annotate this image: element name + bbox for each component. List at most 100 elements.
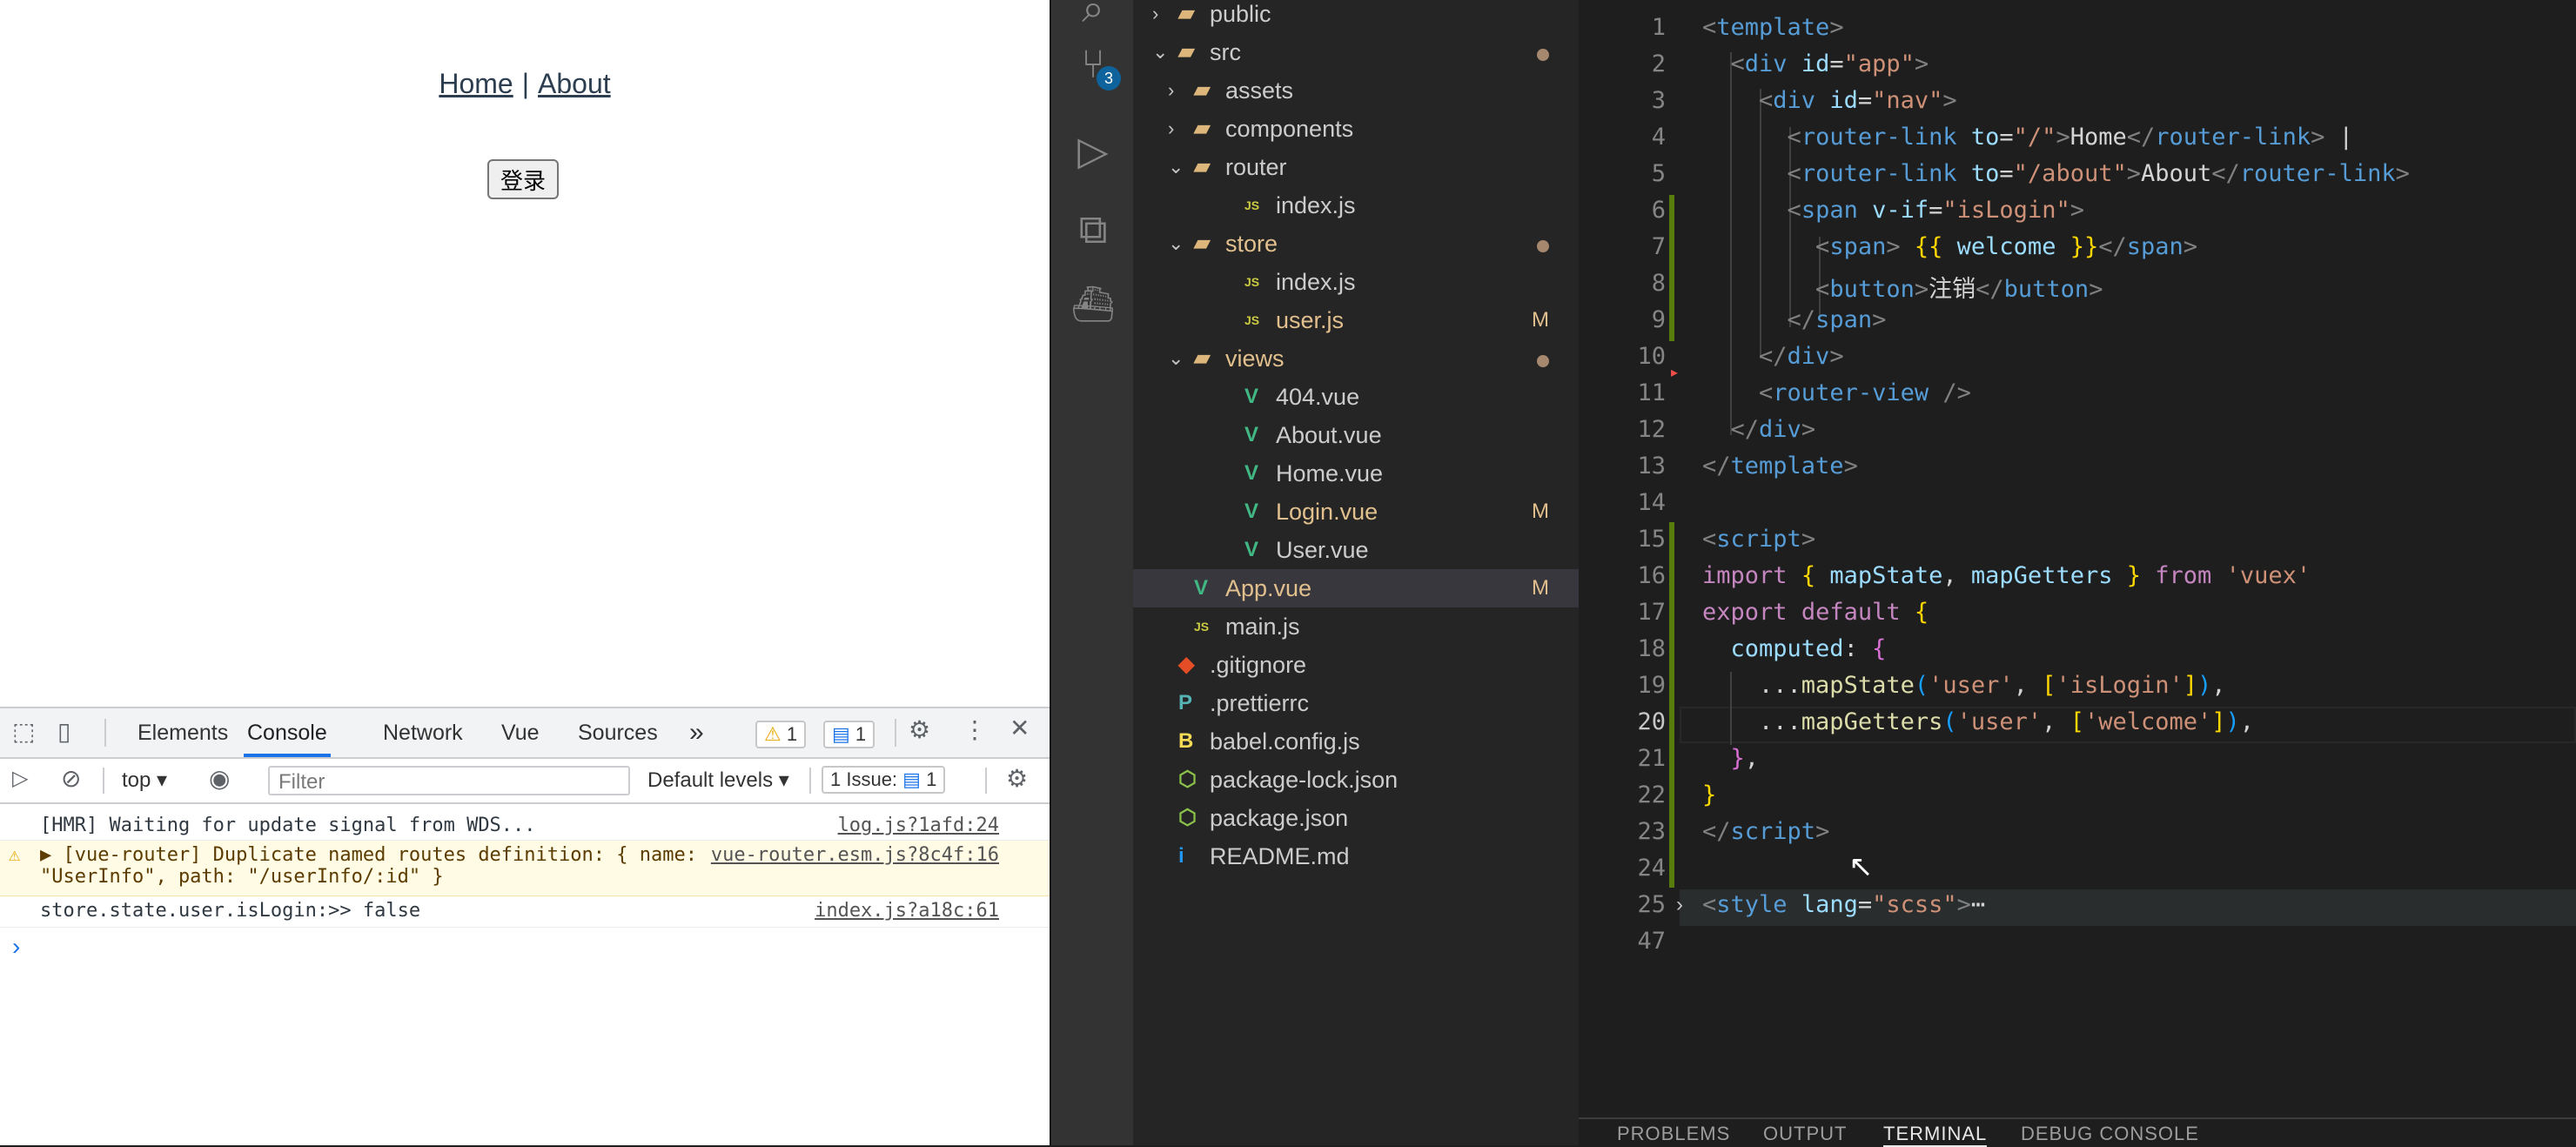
code-line[interactable]: </template> bbox=[1702, 453, 1858, 480]
console-source-link[interactable]: log.js?1afd:24 bbox=[838, 815, 999, 836]
code-line[interactable]: <div id="app"> bbox=[1702, 50, 1929, 77]
code-line[interactable]: ...mapGetters('user', ['welcome']), bbox=[1702, 708, 2254, 735]
code-line[interactable]: </script> bbox=[1702, 818, 1829, 845]
more-tabs-icon[interactable]: » bbox=[689, 708, 704, 757]
search-icon[interactable]: ⌕ bbox=[1051, 0, 1135, 33]
chevron-right-icon[interactable]: › bbox=[1168, 110, 1174, 148]
chevron-down-icon[interactable]: ⌄ bbox=[1168, 225, 1184, 263]
tree-file[interactable]: V Home.vue bbox=[1133, 454, 1579, 493]
code-token: About bbox=[2140, 160, 2212, 187]
clear-console-icon[interactable]: ⊘ bbox=[61, 764, 81, 793]
nav-link-home[interactable]: Home bbox=[439, 68, 513, 99]
code-line[interactable]: <span v-if="isLogin"> bbox=[1702, 197, 2084, 224]
nav-link-about[interactable]: About bbox=[538, 68, 611, 99]
inspect-element-icon[interactable]: ⬚ bbox=[12, 717, 35, 746]
tab-problems[interactable]: PROBLEMS bbox=[1617, 1123, 1730, 1145]
tree-file[interactable]: ⬡ package-lock.json bbox=[1133, 761, 1579, 799]
code-line[interactable]: ...mapState('user', ['isLogin']), bbox=[1702, 672, 2226, 699]
tree-file[interactable]: JS main.js bbox=[1133, 607, 1579, 646]
code-line[interactable]: </div> bbox=[1702, 343, 1844, 370]
console-settings-gear-icon[interactable]: ⚙ bbox=[1006, 764, 1028, 793]
filter-input[interactable]: Filter bbox=[268, 766, 630, 795]
code-token: = bbox=[1857, 891, 1873, 918]
code-line[interactable]: <script> bbox=[1702, 526, 1815, 553]
extensions-icon[interactable]: ⧉ bbox=[1051, 205, 1135, 254]
login-button[interactable]: 登录 bbox=[487, 159, 559, 199]
chevron-right-icon[interactable]: › bbox=[1152, 0, 1158, 33]
tab-console[interactable]: Console bbox=[244, 708, 331, 757]
code-line[interactable]: import { mapState, mapGetters } from 'vu… bbox=[1702, 562, 2311, 589]
issues-button[interactable]: 1 Issue: ▤ 1 bbox=[822, 766, 946, 794]
kebab-menu-icon[interactable]: ⋮ bbox=[963, 715, 987, 744]
tree-file[interactable]: V Login.vue M bbox=[1133, 493, 1579, 531]
tree-folder[interactable]: › ▰ components bbox=[1133, 110, 1579, 148]
tree-file[interactable]: V User.vue bbox=[1133, 531, 1579, 569]
console-source-link[interactable]: index.js?a18c:61 bbox=[815, 900, 999, 922]
tab-terminal[interactable]: TERMINAL bbox=[1883, 1123, 1988, 1147]
chevron-down-icon[interactable]: ⌄ bbox=[1168, 148, 1184, 186]
code-line[interactable]: </div> bbox=[1702, 416, 1816, 443]
tree-file[interactable]: ◆ .gitignore bbox=[1133, 646, 1579, 684]
code-line[interactable]: <div id="nav"> bbox=[1702, 87, 1957, 114]
code-line[interactable]: <button>注销</button> bbox=[1702, 270, 2103, 304]
tree-folder[interactable]: ⌄ ▰ router bbox=[1133, 148, 1579, 186]
context-select[interactable]: top ▾ bbox=[122, 768, 167, 793]
tree-file[interactable]: JS index.js bbox=[1133, 186, 1579, 225]
code-token: Home bbox=[2070, 124, 2127, 151]
tree-file[interactable]: i README.md bbox=[1133, 837, 1579, 875]
device-toolbar-icon[interactable]: ▯ bbox=[57, 717, 70, 746]
gear-icon[interactable]: ⚙ bbox=[909, 715, 930, 744]
levels-select[interactable]: Default levels ▾ bbox=[647, 768, 789, 793]
console-prompt[interactable]: › bbox=[12, 933, 20, 961]
tree-file[interactable]: Bbabel.config.js bbox=[1133, 722, 1579, 761]
console-source-link[interactable]: vue-router.esm.js?8c4f:16 bbox=[711, 844, 999, 866]
code-line[interactable]: export default { bbox=[1702, 599, 1929, 626]
tab-network[interactable]: Network bbox=[383, 708, 463, 757]
tree-folder[interactable]: › ▰ assets bbox=[1133, 71, 1579, 110]
code-line[interactable]: }, bbox=[1702, 745, 1760, 772]
tab-sources[interactable]: Sources bbox=[578, 708, 658, 757]
code-line[interactable]: <router-view /> bbox=[1702, 379, 1971, 406]
tree-file[interactable]: JS index.js bbox=[1133, 263, 1579, 301]
eye-icon[interactable]: ◉ bbox=[209, 764, 230, 793]
tree-folder[interactable]: ⌄ ▰ store bbox=[1133, 225, 1579, 263]
message-badge[interactable]: ▤ 1 bbox=[823, 721, 875, 748]
chevron-right-icon[interactable]: › bbox=[1168, 71, 1174, 110]
run-debug-icon[interactable]: ▷ bbox=[1051, 127, 1135, 174]
tree-folder[interactable]: › ▰ public bbox=[1133, 0, 1579, 33]
tab-output[interactable]: OUTPUT bbox=[1763, 1123, 1847, 1145]
tree-file[interactable]: ⬡ package.json bbox=[1133, 799, 1579, 837]
chevron-down-icon[interactable]: ⌄ bbox=[1168, 339, 1184, 378]
close-icon[interactable]: ✕ bbox=[1010, 714, 1030, 742]
tab-elements[interactable]: Elements bbox=[138, 708, 228, 757]
tree-folder[interactable]: ⌄ ▰ src bbox=[1133, 33, 1579, 71]
code-token: = bbox=[1929, 197, 1943, 224]
code-token: < bbox=[1815, 276, 1830, 303]
code-line[interactable]: <template> bbox=[1702, 14, 1844, 41]
fold-chevron-icon[interactable]: › bbox=[1676, 893, 1683, 917]
message-icon: ▤ bbox=[832, 723, 850, 745]
tree-folder[interactable]: ⌄ ▰ views bbox=[1133, 339, 1579, 378]
code-line[interactable]: </span> bbox=[1702, 306, 1887, 333]
code-line[interactable]: <style lang="scss">⋯ bbox=[1702, 891, 1985, 918]
tab-debug-console[interactable]: DEBUG CONSOLE bbox=[2021, 1123, 2199, 1145]
tree-file[interactable]: P .prettierrc bbox=[1133, 684, 1579, 722]
code-line[interactable]: <router-link to="/about">About</router-l… bbox=[1702, 160, 2410, 187]
code-editor[interactable]: ▸ › 1 2 3 4 5 6 7 8 9 10 11 12 13 14 15 16 17 18 19 20 21 22 2… bbox=[1579, 0, 2576, 1123]
code-line[interactable]: <span> {{ welcome }}</span> bbox=[1702, 233, 2197, 260]
docker-icon[interactable]: ⛴ bbox=[1051, 284, 1135, 325]
chevron-down-icon[interactable]: ⌄ bbox=[1152, 33, 1168, 71]
tree-file[interactable]: JS user.js M bbox=[1133, 301, 1579, 339]
tree-file[interactable]: V App.vue M bbox=[1133, 569, 1579, 607]
tree-file[interactable]: V About.vue bbox=[1133, 416, 1579, 454]
code-line[interactable]: computed: { bbox=[1702, 635, 1887, 662]
code-line[interactable]: <router-link to="/">Home</router-link> | bbox=[1702, 124, 2353, 151]
code-token: button bbox=[2003, 276, 2090, 303]
sidebar-toggle-icon[interactable]: ▷ bbox=[12, 766, 28, 791]
source-control-icon[interactable]: ⑂ bbox=[1051, 40, 1135, 87]
tree-file[interactable]: V 404.vue bbox=[1133, 378, 1579, 416]
tab-vue[interactable]: Vue bbox=[501, 708, 540, 757]
warning-badge[interactable]: ⚠ 1 bbox=[755, 721, 807, 748]
code-line[interactable]: } bbox=[1702, 781, 1716, 808]
